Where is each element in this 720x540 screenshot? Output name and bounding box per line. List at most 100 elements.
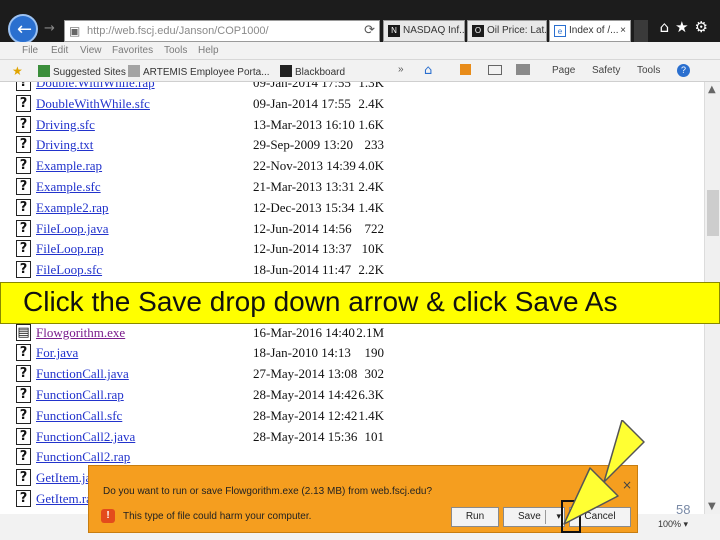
table-row: ? Example.rap 22-Nov-2013 14:39 4.0K xyxy=(10,155,430,176)
file-size: 1.3K xyxy=(358,82,384,90)
menu-favorites[interactable]: Favorites xyxy=(112,45,153,56)
file-link[interactable]: FunctionCall.sfc xyxy=(36,408,122,424)
file-modified-date: 09-Jan-2014 17:55 xyxy=(253,95,351,111)
file-modified-date: 22-Nov-2013 14:39 xyxy=(253,158,356,174)
file-modified-date: 27-May-2014 13:08 xyxy=(253,366,358,382)
file-link[interactable]: Flowgorithm.exe xyxy=(36,325,125,341)
tab-nasdaq[interactable]: N NASDAQ Inf... xyxy=(383,20,465,42)
file-size: 101 xyxy=(364,428,385,444)
table-row: ? Double.WithWhile.rap 09-Jan-2014 17:55 1.… xyxy=(10,82,430,93)
file-link[interactable]: FunctionCall2.rap xyxy=(36,449,130,465)
gear-icon[interactable]: ⚙ xyxy=(695,18,714,36)
menu-tools[interactable]: Tools xyxy=(164,45,187,56)
file-link[interactable]: FunctionCall2.java xyxy=(36,429,135,445)
pointer-arrow-shape xyxy=(563,420,645,525)
blackboard-icon xyxy=(280,65,292,77)
file-modified-date: 18-Jan-2010 14:13 xyxy=(253,345,351,361)
menu-view[interactable]: View xyxy=(80,45,102,56)
file-link[interactable]: Driving.txt xyxy=(36,137,93,153)
unknown-file-icon: ? xyxy=(16,157,31,175)
file-link[interactable]: FileLoop.sfc xyxy=(36,262,102,278)
file-link[interactable]: FunctionCall.rap xyxy=(36,387,124,403)
file-modified-date: 21-Mar-2013 13:31 xyxy=(253,179,355,194)
zoom-level[interactable]: 100% ▾ xyxy=(658,519,688,530)
file-link[interactable]: Example2.rap xyxy=(36,200,109,216)
unknown-file-icon: ? xyxy=(16,427,31,445)
favorite-label: Suggested Sites xyxy=(53,67,126,78)
unknown-file-icon: ? xyxy=(16,448,31,466)
unknown-file-icon: ? xyxy=(16,178,31,195)
file-modified-date: 12-Jun-2014 13:37 xyxy=(253,241,352,257)
tools-menu[interactable]: Tools xyxy=(637,65,660,76)
unknown-file-icon: ? xyxy=(16,365,31,383)
mail-icon[interactable] xyxy=(488,65,502,75)
tab-close-icon[interactable]: × xyxy=(620,25,626,36)
file-link[interactable]: Double.WithWhile.rap xyxy=(36,82,155,91)
star-icon[interactable]: ★ xyxy=(675,18,694,36)
file-link[interactable]: Example.rap xyxy=(36,158,102,174)
table-row: ? DoubleWithWhile.sfc 09-Jan-2014 17:55 2.4… xyxy=(10,93,430,114)
file-modified-date: 18-Jun-2014 11:47 xyxy=(253,262,352,278)
menu-help[interactable]: Help xyxy=(198,45,219,56)
refresh-icon[interactable]: ⟳ xyxy=(364,23,375,38)
file-size: 6.3K xyxy=(358,387,384,402)
file-size: 722 xyxy=(364,220,385,236)
warning-shield-icon: ! xyxy=(101,509,115,523)
file-size: 4.0K xyxy=(358,158,384,174)
home-icon[interactable]: ⌂ xyxy=(660,18,676,36)
scroll-up-icon[interactable]: ▲ xyxy=(708,84,716,95)
favorites-bar: ★ Suggested Sites ARTEMIS Employee Porta… xyxy=(0,60,720,82)
unknown-file-icon: ? xyxy=(16,94,31,112)
scroll-down-icon[interactable]: ▼ xyxy=(708,501,716,512)
menu-file[interactable]: File xyxy=(22,45,38,56)
unknown-file-icon: ? xyxy=(16,219,31,237)
favorite-suggested-sites[interactable]: Suggested Sites xyxy=(38,65,126,78)
unknown-file-icon: ? xyxy=(16,344,31,362)
file-size: 1.4K xyxy=(358,407,384,423)
menu-edit[interactable]: Edit xyxy=(51,45,68,56)
print-icon[interactable] xyxy=(516,64,530,75)
favorites-overflow-icon[interactable]: » xyxy=(398,64,404,75)
tab-label: Oil Price: Lat... xyxy=(487,25,547,36)
run-button[interactable]: Run xyxy=(451,507,499,527)
table-row: ? FunctionCall2.java 28-May-2014 15:36 101 xyxy=(10,426,430,447)
file-link[interactable]: Example.sfc xyxy=(36,179,101,195)
new-tab-button[interactable] xyxy=(634,20,648,42)
favorites-star-icon[interactable]: ★ xyxy=(12,64,23,78)
forward-button[interactable]: → xyxy=(44,21,55,36)
file-size: 233 xyxy=(364,137,385,153)
pointer-arrow-icon xyxy=(563,420,645,525)
menu-bar: File Edit View Favorites Tools Help xyxy=(0,42,720,60)
page-menu[interactable]: Page xyxy=(552,65,575,76)
download-warning: This type of file could harm your comput… xyxy=(123,511,312,522)
favorite-label: ARTEMIS Employee Porta... xyxy=(143,67,270,78)
favorite-artemis[interactable]: ARTEMIS Employee Porta... xyxy=(128,65,270,78)
file-modified-date: 28-May-2014 15:36 xyxy=(253,428,358,444)
file-link[interactable]: FileLoop.rap xyxy=(36,241,104,257)
favorite-blackboard[interactable]: Blackboard xyxy=(280,65,345,78)
safety-menu[interactable]: Safety xyxy=(592,65,620,76)
unknown-file-icon: ? xyxy=(16,386,31,403)
tab-oil-price[interactable]: O Oil Price: Lat... xyxy=(467,20,547,42)
table-row: ▤ Flowgorithm.exe 16-Mar-2016 14:40 2.1M xyxy=(10,322,430,343)
save-split-divider xyxy=(545,510,546,524)
file-size: 1.4K xyxy=(358,199,384,215)
tab-index-of[interactable]: e Index of /... × xyxy=(549,20,631,42)
feeds-icon[interactable] xyxy=(460,64,471,75)
scrollbar-thumb[interactable] xyxy=(707,190,719,236)
address-bar[interactable]: ▣ http://web.fscj.edu/Janson/COP1000/ ⟳ xyxy=(64,20,380,42)
file-link[interactable]: For.java xyxy=(36,345,78,361)
file-link[interactable]: Driving.sfc xyxy=(36,117,95,133)
back-button[interactable]: ← xyxy=(8,14,38,44)
file-size: 190 xyxy=(364,345,385,361)
unknown-file-icon: ? xyxy=(16,490,31,507)
help-icon[interactable]: ? xyxy=(677,64,690,77)
file-link[interactable]: FunctionCall.java xyxy=(36,366,129,382)
table-row: ? FunctionCall.sfc 28-May-2014 12:42 1.4K xyxy=(10,405,430,426)
tab-favicon-icon: O xyxy=(472,25,484,37)
file-link[interactable]: FileLoop.java xyxy=(36,221,109,237)
unknown-file-icon: ? xyxy=(16,136,31,154)
home-toolbar-icon[interactable]: ⌂ xyxy=(424,63,432,78)
file-link[interactable]: DoubleWithWhile.sfc xyxy=(36,96,150,112)
file-modified-date: 12-Jun-2014 14:56 xyxy=(253,220,352,236)
